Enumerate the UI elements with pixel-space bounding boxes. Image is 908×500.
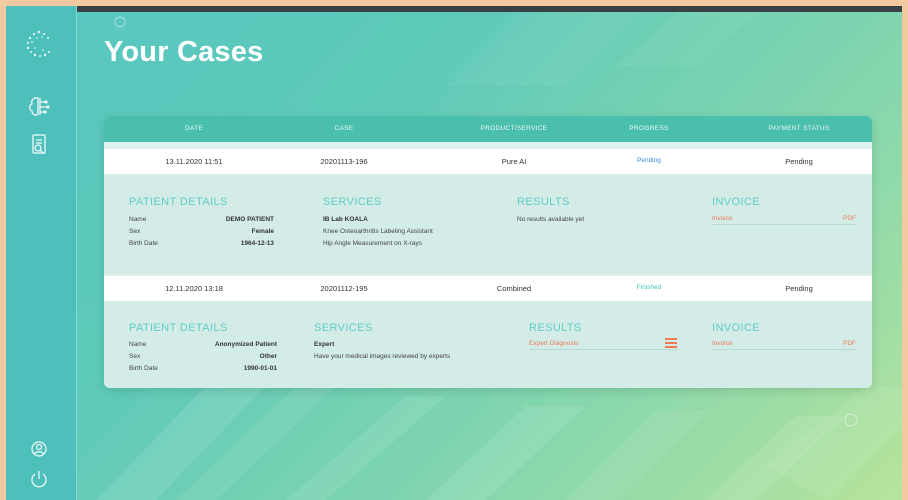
case-details: PATIENT DETAILS Name Anonymized Patient …: [104, 301, 872, 388]
top-bar: [6, 6, 902, 12]
patient-birth-date: 1990-01-01: [243, 365, 277, 372]
document-search-icon[interactable]: [24, 132, 54, 158]
invoice-pdf-link[interactable]: PDF: [843, 340, 856, 347]
name-label: Name: [129, 341, 147, 348]
cases-table: DATE CASE PRODUCT/SERVICE PROGRESS PAYME…: [104, 116, 872, 388]
name-label: Name: [129, 216, 147, 223]
progress-status: Finished: [636, 284, 662, 291]
power-icon[interactable]: [24, 466, 54, 492]
case-details: PATIENT DETAILS Name DEMO PATIENT Sex Fe…: [104, 174, 872, 274]
results-title: RESULTS: [517, 196, 570, 208]
payment-status: Pending: [785, 157, 813, 166]
menu-icon[interactable]: [665, 338, 677, 348]
service-item: Knee Osteoarthritis Labeling Assistant: [323, 228, 433, 235]
table-header: DATE CASE PRODUCT/SERVICE PROGRESS PAYME…: [104, 116, 872, 142]
sidebar: [6, 6, 77, 500]
case-cell: 20201112-195: [320, 284, 368, 293]
brain-icon[interactable]: [24, 94, 54, 120]
user-settings-icon[interactable]: [24, 436, 54, 462]
column-header-case[interactable]: CASE: [304, 125, 384, 132]
table-row[interactable]: 12.11.2020 13:18 20201112-195 Combined F…: [104, 276, 872, 301]
invoice-link[interactable]: Invoice: [712, 215, 733, 222]
invoice-title: INVOICE: [712, 322, 761, 334]
date-cell: 13.11.2020 11:51: [165, 157, 223, 166]
patient-birth-date: 1964-12-13: [240, 240, 274, 247]
payment-status: Pending: [785, 284, 813, 293]
patient-name: DEMO PATIENT: [225, 216, 274, 223]
services-title: SERVICES: [314, 322, 373, 334]
invoice-title: INVOICE: [712, 196, 761, 208]
sex-label: Sex: [129, 353, 141, 360]
invoice-row[interactable]: Invoice PDF: [712, 212, 856, 225]
patient-details-title: PATIENT DETAILS: [129, 322, 228, 334]
product-cell: Pure AI: [501, 157, 527, 166]
invoice-row[interactable]: Invoice PDF: [712, 337, 856, 350]
column-header-product[interactable]: PRODUCT/SERVICE: [459, 125, 569, 132]
date-cell: 12.11.2020 13:18: [165, 284, 223, 293]
service-name: Expert: [314, 341, 335, 348]
service-item: Have your medical images reviewed by exp…: [314, 353, 451, 360]
birth-date-label: Birth Date: [129, 240, 158, 247]
progress-status: Pending: [637, 157, 661, 164]
invoice-pdf-link[interactable]: PDF: [843, 215, 856, 222]
column-header-progress[interactable]: PROGRESS: [609, 125, 689, 132]
results-row[interactable]: Expert Diagnosis: [529, 337, 679, 350]
expert-diagnosis-link[interactable]: Expert Diagnosis: [529, 340, 578, 347]
product-cell: Combined: [496, 284, 532, 293]
invoice-link[interactable]: Invoice: [712, 340, 733, 347]
results-title: RESULTS: [529, 322, 582, 334]
patient-sex: Other: [259, 353, 277, 360]
results-text: No results available yet: [517, 216, 585, 223]
table-row[interactable]: 13.11.2020 11:51 20201113-196 Pure AI Pe…: [104, 149, 872, 174]
app-frame: Your Cases DATE CASE PRODUCT/SERVICE PRO…: [6, 6, 902, 500]
patient-details-title: PATIENT DETAILS: [129, 196, 228, 208]
sex-label: Sex: [129, 228, 141, 235]
service-name: IB Lab KOALA: [323, 216, 368, 223]
logo-icon[interactable]: [24, 28, 54, 62]
services-title: SERVICES: [323, 196, 382, 208]
service-item: Hip Angle Measurement on X-rays: [323, 240, 422, 247]
patient-sex: Female: [251, 228, 274, 235]
page-title: Your Cases: [104, 36, 264, 68]
birth-date-label: Birth Date: [129, 365, 158, 372]
patient-name: Anonymized Patient: [214, 341, 277, 348]
column-header-payment-status[interactable]: PAYMENT STATUS: [744, 125, 854, 132]
case-cell: 20201113-196: [320, 157, 368, 166]
column-header-date[interactable]: DATE: [154, 125, 234, 132]
